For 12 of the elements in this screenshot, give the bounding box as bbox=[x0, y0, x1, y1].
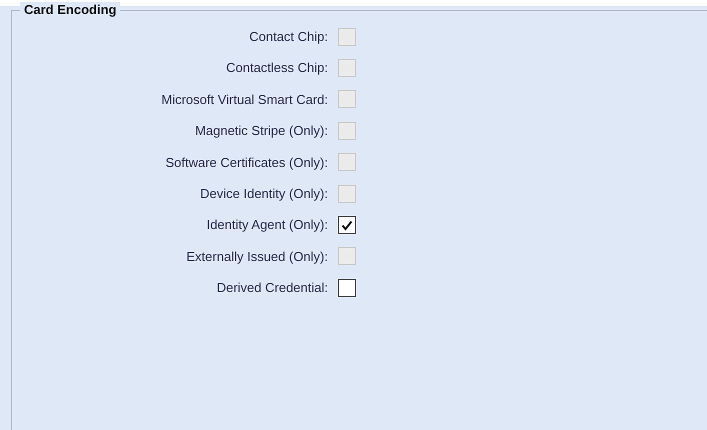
checkbox[interactable] bbox=[338, 278, 356, 297]
option-label: Contact Chip: bbox=[248, 28, 329, 46]
option-label: Contactless Chip: bbox=[225, 59, 329, 78]
option-label: Externally Issued (Only): bbox=[185, 248, 329, 266]
option-label: Device Identity (Only): bbox=[199, 184, 329, 203]
option-label: Identity Agent (Only): bbox=[206, 216, 329, 234]
option-label: Derived Credential: bbox=[216, 279, 329, 298]
option-label: Magnetic Stripe (Only): bbox=[194, 122, 329, 140]
option-label: Microsoft Virtual Smart Card: bbox=[160, 90, 329, 109]
group-title: Card Encoding bbox=[20, 2, 120, 18]
checkbox[interactable] bbox=[338, 216, 356, 234]
option-label: Software Certificates (Only): bbox=[164, 154, 329, 172]
